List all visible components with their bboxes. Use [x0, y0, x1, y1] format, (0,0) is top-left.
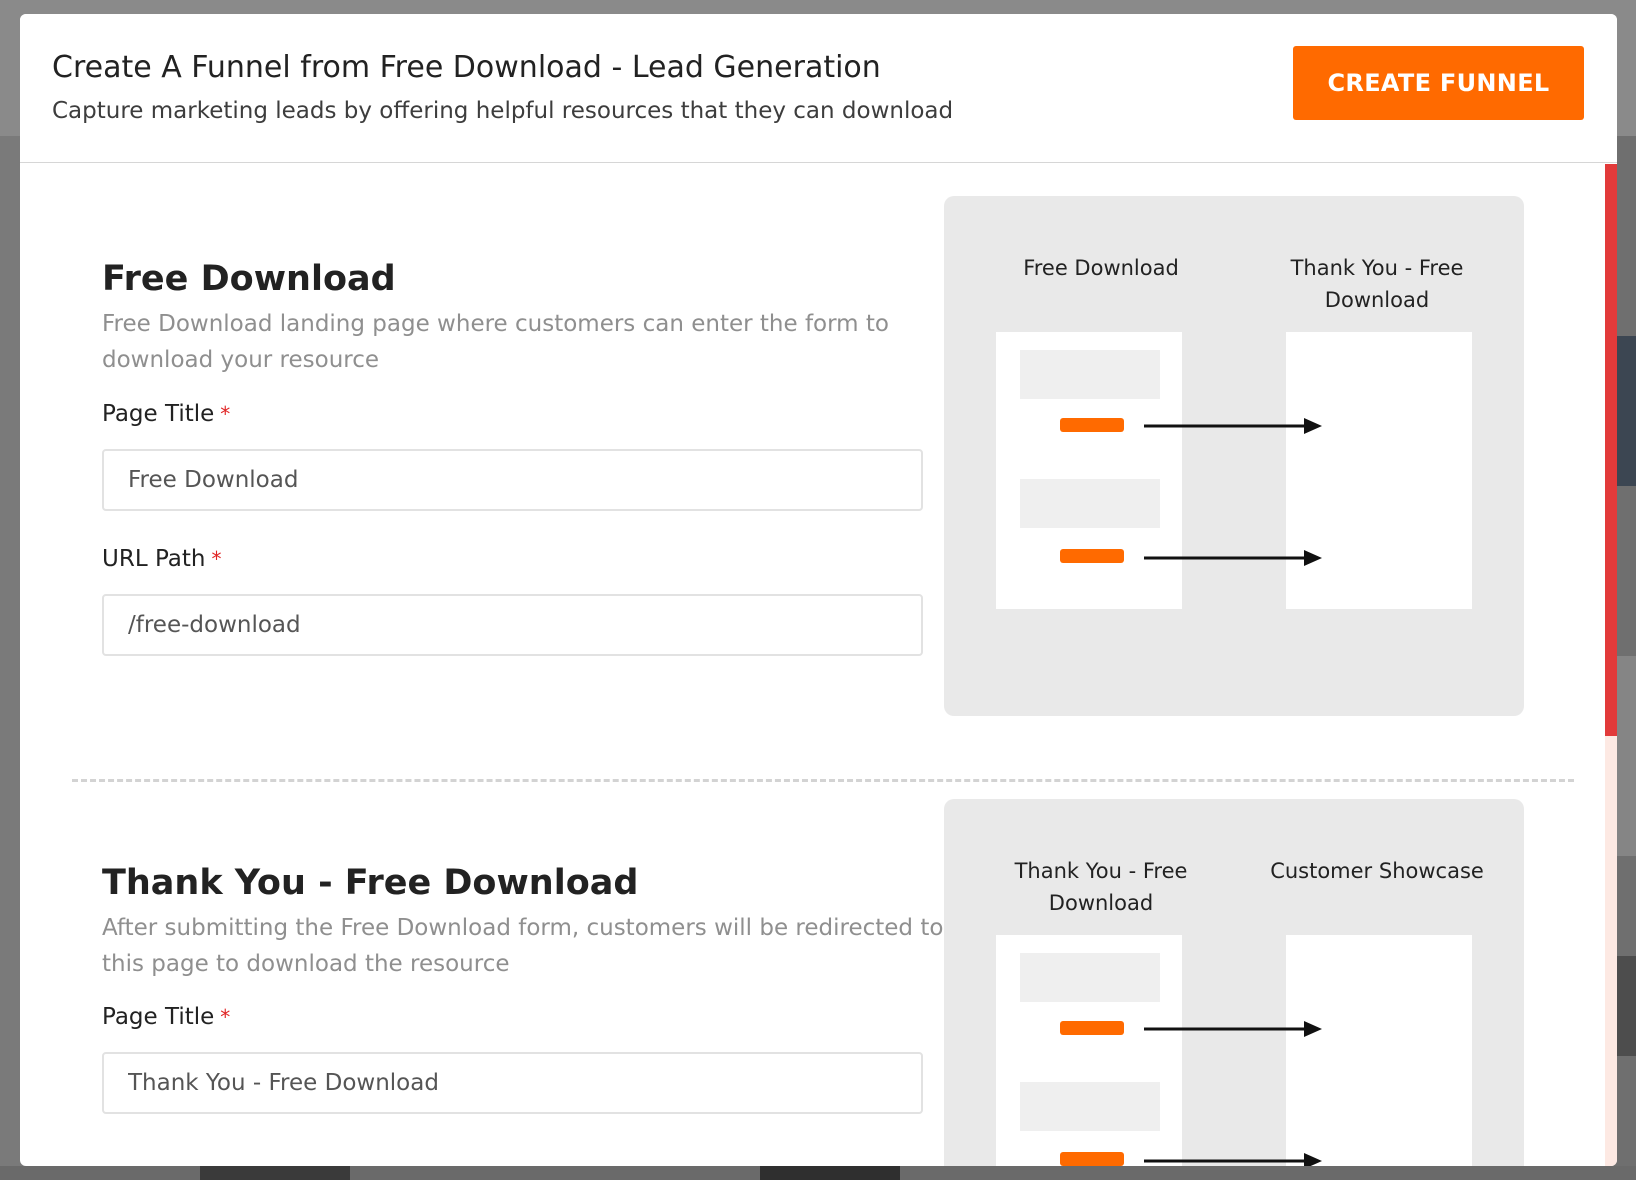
url-path-label: URL Path *: [102, 546, 221, 572]
page-title-label-text: Page Title: [102, 1004, 215, 1030]
funnel-step-free-download: Free Download Free Download landing page…: [20, 164, 1617, 779]
modal-subtitle: Capture marketing leads by offering help…: [52, 98, 954, 124]
url-path-label-text: URL Path: [102, 546, 206, 572]
required-marker: *: [220, 402, 231, 426]
preview-cta-button: [1060, 549, 1124, 563]
url-path-input[interactable]: [102, 594, 923, 656]
required-marker: *: [211, 547, 222, 571]
page-title-label-text: Page Title: [102, 401, 215, 427]
section-heading: Free Download: [102, 259, 396, 299]
funnel-preview: Thank You - Free Download Customer Showc…: [944, 799, 1524, 1166]
arrow-right-icon: [1144, 1153, 1322, 1166]
create-funnel-button[interactable]: CREATE FUNNEL: [1293, 46, 1584, 120]
arrow-right-icon: [1144, 1021, 1322, 1037]
page-title-label: Page Title *: [102, 401, 230, 427]
required-marker: *: [220, 1005, 231, 1029]
section-heading: Thank You - Free Download: [102, 863, 639, 903]
modal-body[interactable]: Free Download Free Download landing page…: [20, 164, 1617, 1166]
preview-to-label: Thank You - Free Download: [1290, 256, 1464, 312]
preview-to-label: Customer Showcase: [1270, 859, 1484, 883]
section-description: Free Download landing page where custome…: [102, 311, 889, 373]
preview-content-block: [1020, 350, 1160, 399]
preview-source-page: [996, 935, 1182, 1166]
funnel-step-thank-you: Thank You - Free Download After submitti…: [20, 779, 1617, 1166]
background-footer: [0, 1166, 1636, 1180]
page-title-input[interactable]: [102, 449, 923, 511]
preview-content-block: [1020, 1082, 1160, 1131]
section-description: After submitting the Free Download form,…: [102, 915, 944, 977]
page-title-input[interactable]: [102, 1052, 923, 1114]
create-funnel-modal: Create A Funnel from Free Download - Lea…: [20, 14, 1617, 1166]
modal-title: Create A Funnel from Free Download - Lea…: [52, 50, 881, 85]
page-title-label: Page Title *: [102, 1004, 230, 1030]
background-image-fragment: [760, 1166, 900, 1180]
arrow-right-icon: [1144, 418, 1322, 434]
preview-cta-button: [1060, 418, 1124, 432]
modal-header: Create A Funnel from Free Download - Lea…: [20, 14, 1617, 163]
funnel-preview: Free Download Thank You - Free Download: [944, 196, 1524, 716]
preview-from-label: Free Download: [1023, 256, 1179, 280]
preview-cta-button: [1060, 1152, 1124, 1166]
preview-content-block: [1020, 953, 1160, 1002]
arrow-right-icon: [1144, 550, 1322, 566]
preview-target-page: [1286, 935, 1472, 1166]
preview-from-label: Thank You - Free Download: [1014, 859, 1188, 915]
preview-cta-button: [1060, 1021, 1124, 1035]
preview-content-block: [1020, 479, 1160, 528]
background-image-fragment: [200, 1166, 350, 1180]
